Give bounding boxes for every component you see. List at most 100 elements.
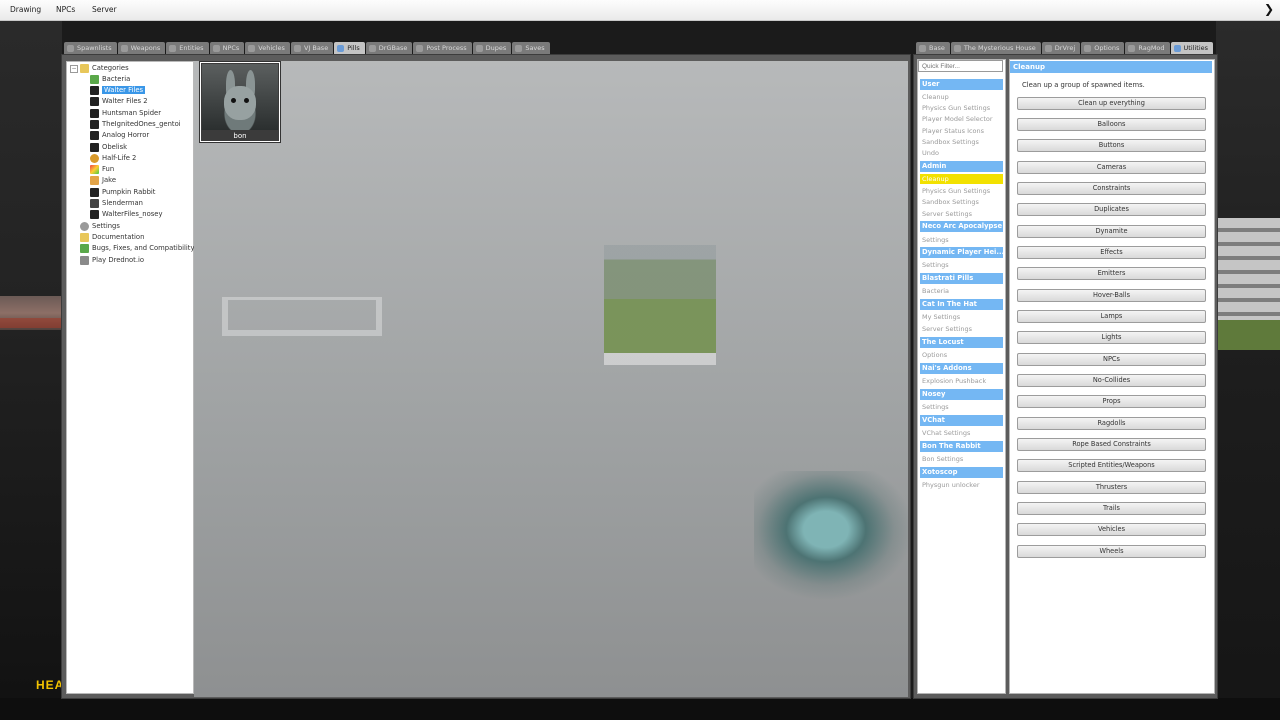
category-item[interactable]: Physgun unlocker — [922, 480, 980, 490]
tree-item-pumpkin-rabbit[interactable]: Pumpkin Rabbit — [90, 187, 155, 197]
category-header[interactable]: VChat — [920, 415, 1003, 426]
cleanup-button[interactable]: Props — [1017, 395, 1206, 408]
cleanup-button[interactable]: Duplicates — [1017, 203, 1206, 216]
category-item[interactable]: Physics Gun Settings — [922, 103, 990, 113]
scene-grass — [1218, 320, 1280, 350]
tree-item-ignited-ones[interactable]: TheIgnitedOnes_gentoi — [90, 119, 181, 129]
tree-item-obelisk[interactable]: Obelisk — [90, 142, 127, 152]
category-item[interactable]: Sandbox Settings — [922, 137, 979, 147]
tree-item-half-life-2[interactable]: Half-Life 2 — [90, 153, 136, 163]
spawn-icon-bon[interactable]: bon — [199, 61, 281, 143]
category-item[interactable]: Bon Settings — [922, 454, 963, 464]
cleanup-button[interactable]: Dynamite — [1017, 225, 1206, 238]
cleanup-button[interactable]: Lights — [1017, 331, 1206, 344]
cleanup-button[interactable]: Lamps — [1017, 310, 1206, 323]
tab-mysterious-house[interactable]: The Mysterious House — [950, 42, 1041, 54]
cleanup-button[interactable]: Scripted Entities/Weapons — [1017, 459, 1206, 472]
tab-base[interactable]: Base — [916, 42, 950, 54]
menu-drawing[interactable]: Drawing — [10, 5, 41, 14]
category-item[interactable]: Bacteria — [922, 286, 949, 296]
tab-pills[interactable]: Pills — [334, 42, 365, 54]
category-item[interactable]: Player Model Selector — [922, 114, 993, 124]
category-item[interactable]: Sandbox Settings — [922, 197, 979, 207]
category-item[interactable]: Settings — [922, 260, 949, 270]
category-item[interactable]: Player Status Icons — [922, 126, 984, 136]
category-header[interactable]: Nosey — [920, 389, 1003, 400]
tree-label: Documentation — [92, 233, 145, 241]
category-item[interactable]: Options — [922, 350, 947, 360]
tab-drgbase[interactable]: DrGBase — [365, 42, 413, 54]
tree-item-fun[interactable]: Fun — [90, 164, 114, 174]
tree-item-slenderman[interactable]: Slenderman — [90, 198, 143, 208]
tab-label: VJ Base — [303, 44, 329, 52]
category-item[interactable]: My Settings — [922, 312, 960, 322]
tree-bugs-fixes[interactable]: Bugs, Fixes, and Compatibility — [80, 243, 194, 253]
category-header[interactable]: Neco Arc Apocalypse — [920, 221, 1003, 232]
tab-weapons[interactable]: Weapons — [117, 42, 166, 54]
category-item[interactable]: Settings — [922, 235, 949, 245]
tab-dupes[interactable]: Dupes — [472, 42, 512, 54]
cleanup-button[interactable]: Cameras — [1017, 161, 1206, 174]
cleanup-button[interactable]: NPCs — [1017, 353, 1206, 366]
tree-play-drednot[interactable]: Play Drednot.io — [80, 255, 144, 265]
chevron-right-icon[interactable]: ❯ — [1264, 2, 1274, 16]
category-header[interactable]: Blastrati Pills — [920, 273, 1003, 284]
tab-spawnlists[interactable]: Spawnlists — [64, 42, 117, 54]
category-header-user[interactable]: User — [920, 79, 1003, 90]
tab-utilities[interactable]: Utilities — [1170, 42, 1214, 54]
tree-item-walter-files[interactable]: Walter Files — [90, 85, 146, 95]
category-item[interactable]: Cleanup — [922, 92, 949, 102]
category-header[interactable]: Dynamic Player Hei... — [920, 247, 1003, 258]
cleanup-button[interactable]: Balloons — [1017, 118, 1206, 131]
category-item[interactable]: Server Settings — [922, 209, 972, 219]
cleanup-everything-button[interactable]: Clean up everything — [1017, 97, 1206, 110]
cleanup-button[interactable]: Rope Based Constraints — [1017, 438, 1206, 451]
category-header[interactable]: Bon The Rabbit — [920, 441, 1003, 452]
cleanup-button[interactable]: Buttons — [1017, 139, 1206, 152]
category-item-selected[interactable]: Cleanup — [920, 174, 1003, 184]
tree-item-analog-horror[interactable]: Analog Horror — [90, 130, 149, 140]
category-header[interactable]: The Locust — [920, 337, 1003, 348]
cleanup-button[interactable]: Thrusters — [1017, 481, 1206, 494]
category-item[interactable]: Explosion Pushback — [922, 376, 986, 386]
cleanup-button[interactable]: Trails — [1017, 502, 1206, 515]
category-item[interactable]: Settings — [922, 402, 949, 412]
category-header[interactable]: Nai's Addons — [920, 363, 1003, 374]
tab-saves[interactable]: Saves — [512, 42, 550, 54]
cleanup-button[interactable]: Ragdolls — [1017, 417, 1206, 430]
tree-item-walter-files-2[interactable]: Walter Files 2 — [90, 96, 148, 106]
tab-vj-base[interactable]: VJ Base — [290, 42, 334, 54]
category-header-admin[interactable]: Admin — [920, 161, 1003, 172]
tree-item-jake[interactable]: Jake — [90, 175, 116, 185]
category-item[interactable]: Physics Gun Settings — [922, 186, 990, 196]
category-item[interactable]: VChat Settings — [922, 428, 970, 438]
cleanup-button[interactable]: Emitters — [1017, 267, 1206, 280]
tab-ragmod[interactable]: RagMod — [1125, 42, 1170, 54]
category-header[interactable]: Cat In The Hat — [920, 299, 1003, 310]
tab-entities[interactable]: Entities — [166, 42, 209, 54]
tab-options[interactable]: Options — [1081, 42, 1125, 54]
tab-vehicles[interactable]: Vehicles — [245, 42, 290, 54]
category-item[interactable]: Server Settings — [922, 324, 972, 334]
tree-item-bacteria[interactable]: Bacteria — [90, 74, 130, 84]
tree-item-huntsman-spider[interactable]: Huntsman Spider — [90, 108, 161, 118]
cleanup-button[interactable]: No-Collides — [1017, 374, 1206, 387]
tree-item-walterfiles-nosey[interactable]: WalterFiles_nosey — [90, 209, 163, 219]
menu-server[interactable]: Server — [92, 5, 117, 14]
cleanup-button[interactable]: Hover-Balls — [1017, 289, 1206, 302]
tree-categories[interactable]: Categories — [80, 63, 129, 73]
cleanup-button[interactable]: Vehicles — [1017, 523, 1206, 536]
tree-documentation[interactable]: Documentation — [80, 232, 144, 242]
tab-npcs[interactable]: NPCs — [209, 42, 245, 54]
cleanup-button[interactable]: Effects — [1017, 246, 1206, 259]
quick-filter-input[interactable] — [918, 60, 1003, 72]
cleanup-button[interactable]: Wheels — [1017, 545, 1206, 558]
tree-settings[interactable]: Settings — [80, 221, 120, 231]
category-item[interactable]: Undo — [922, 148, 939, 158]
cleanup-button[interactable]: Constraints — [1017, 182, 1206, 195]
tab-drvrej[interactable]: DrVrej — [1041, 42, 1081, 54]
tab-post-process[interactable]: Post Process — [413, 42, 472, 54]
category-header[interactable]: Xotoscop — [920, 467, 1003, 478]
collapse-icon[interactable]: − — [70, 65, 78, 73]
menu-npcs[interactable]: NPCs — [56, 5, 75, 14]
